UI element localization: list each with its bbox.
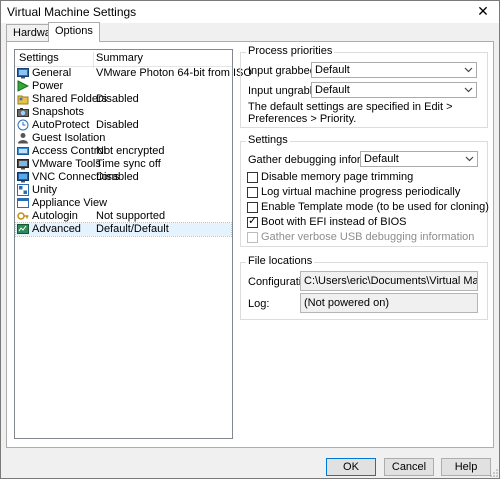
debug-info-select[interactable]: Default	[360, 151, 478, 167]
group-title: File locations	[246, 255, 315, 267]
list-item-appliance-view[interactable]: Appliance View	[16, 197, 231, 210]
configuration-field[interactable]: C:\Users\eric\Documents\Virtual Machines…	[300, 271, 478, 291]
list-item-label: General	[32, 67, 72, 79]
cancel-button[interactable]: Cancel	[384, 458, 434, 476]
checkbox-label: Gather verbose USB debugging information	[261, 231, 475, 243]
window-title: Virtual Machine Settings	[7, 5, 137, 19]
list-item-label: Power	[32, 80, 64, 92]
list-item-summary: Default/Default	[96, 223, 169, 235]
list-item-summary: Not supported	[96, 210, 166, 222]
vnc-icon	[17, 172, 29, 183]
autoprotect-icon	[17, 119, 29, 131]
header-summary[interactable]: Summary	[96, 52, 143, 64]
list-item-shared-folders[interactable]: Shared Folders Disabled	[16, 93, 231, 106]
list-item-snapshots[interactable]: Snapshots	[16, 106, 231, 119]
checkbox-label: Boot with EFI instead of BIOS	[261, 216, 407, 228]
list-item-vmware-tools[interactable]: VMware Tools Time sync off	[16, 158, 231, 171]
list-item-label: Guest Isolation	[32, 132, 106, 144]
access-control-icon	[17, 147, 29, 155]
list-item-guest-isolation[interactable]: Guest Isolation	[16, 132, 231, 145]
general-icon	[17, 68, 29, 79]
checkbox-label: Disable memory page trimming	[261, 171, 414, 183]
chevron-down-icon	[465, 156, 474, 162]
guest-isolation-icon	[18, 133, 28, 144]
list-item-label: Autologin	[32, 210, 78, 222]
list-item-power[interactable]: Power	[16, 80, 231, 93]
input-grabbed-label: Input grabbed:	[248, 65, 319, 77]
select-value: Default	[364, 153, 399, 165]
list-item-summary: Not encrypted	[96, 145, 165, 157]
select-value: Default	[315, 84, 350, 96]
list-item-label: Unity	[32, 184, 58, 196]
list-item-access-control[interactable]: Access Control Not encrypted	[16, 145, 231, 158]
list-item-summary: Time sync off	[96, 158, 161, 170]
checkmark-icon: ✓	[248, 215, 258, 227]
snapshots-icon	[17, 108, 29, 117]
chevron-down-icon	[464, 87, 473, 93]
list-header: Settings Summary	[15, 50, 232, 68]
list-item-label: VMware Tools	[32, 158, 101, 170]
close-icon[interactable]: ✕	[475, 3, 491, 19]
autologin-icon	[17, 212, 29, 220]
log-progress-checkbox[interactable]	[247, 187, 258, 198]
disable-memory-trimming-checkbox[interactable]	[247, 172, 258, 183]
column-divider[interactable]	[93, 52, 94, 68]
list-item-autoprotect[interactable]: AutoProtect Disabled	[16, 119, 231, 132]
power-icon	[17, 80, 29, 92]
input-ungrabbed-select[interactable]: Default	[311, 82, 477, 98]
checkbox-label: Log virtual machine progress periodicall…	[261, 186, 461, 198]
list-item-label: AutoProtect	[32, 119, 90, 131]
tab-options[interactable]: Options	[48, 22, 100, 42]
list-item-summary: VMware Photon 64-bit from ISO	[96, 67, 252, 79]
list-item-summary: Disabled	[96, 93, 139, 105]
unity-icon	[17, 184, 29, 196]
boot-efi-checkbox[interactable]: ✓	[247, 215, 258, 228]
field-value: (Not powered on)	[304, 297, 389, 309]
title-bar[interactable]: Virtual Machine Settings ✕	[1, 1, 499, 23]
usb-debug-checkbox	[247, 232, 258, 243]
field-value: C:\Users\eric\Documents\Virtual Machines…	[304, 275, 477, 287]
list-item-label: Appliance View	[32, 197, 108, 209]
shared-folders-icon	[17, 95, 29, 105]
checkbox-label: Enable Template mode (to be used for clo…	[261, 201, 489, 213]
header-settings[interactable]: Settings	[19, 52, 59, 64]
appliance-view-icon	[17, 198, 29, 208]
list-item-summary: Disabled	[96, 119, 139, 131]
log-label: Log:	[248, 298, 270, 310]
list-item-unity[interactable]: Unity	[16, 184, 231, 197]
priority-note: The default settings are specified in Ed…	[248, 101, 453, 125]
resize-grip-icon[interactable]	[490, 469, 498, 477]
input-grabbed-select[interactable]: Default	[311, 62, 477, 78]
chevron-down-icon	[464, 67, 473, 73]
advanced-icon	[17, 224, 29, 234]
group-title: Settings	[246, 134, 290, 146]
template-mode-checkbox[interactable]	[247, 202, 258, 213]
list-item-autologin[interactable]: Autologin Not supported	[16, 210, 231, 223]
list-item-vnc-connections[interactable]: VNC Connections Disabled	[16, 171, 231, 184]
list-item-summary: Disabled	[96, 171, 139, 183]
list-item-label: Advanced	[32, 223, 81, 235]
vmware-tools-icon	[17, 159, 29, 170]
settings-list[interactable]: Settings Summary General VMware Photon 6…	[14, 49, 252, 439]
select-value: Default	[315, 64, 350, 76]
group-title: Process priorities	[246, 45, 335, 57]
help-button[interactable]: Help	[441, 458, 491, 476]
list-item-general[interactable]: General VMware Photon 64-bit from ISO	[16, 67, 252, 80]
log-field[interactable]: (Not powered on)	[300, 293, 478, 313]
list-item-label: Access Control	[32, 145, 106, 157]
ok-button[interactable]: OK	[326, 458, 376, 476]
list-item-advanced[interactable]: Advanced Default/Default	[15, 222, 232, 237]
list-item-label: Snapshots	[32, 106, 84, 118]
